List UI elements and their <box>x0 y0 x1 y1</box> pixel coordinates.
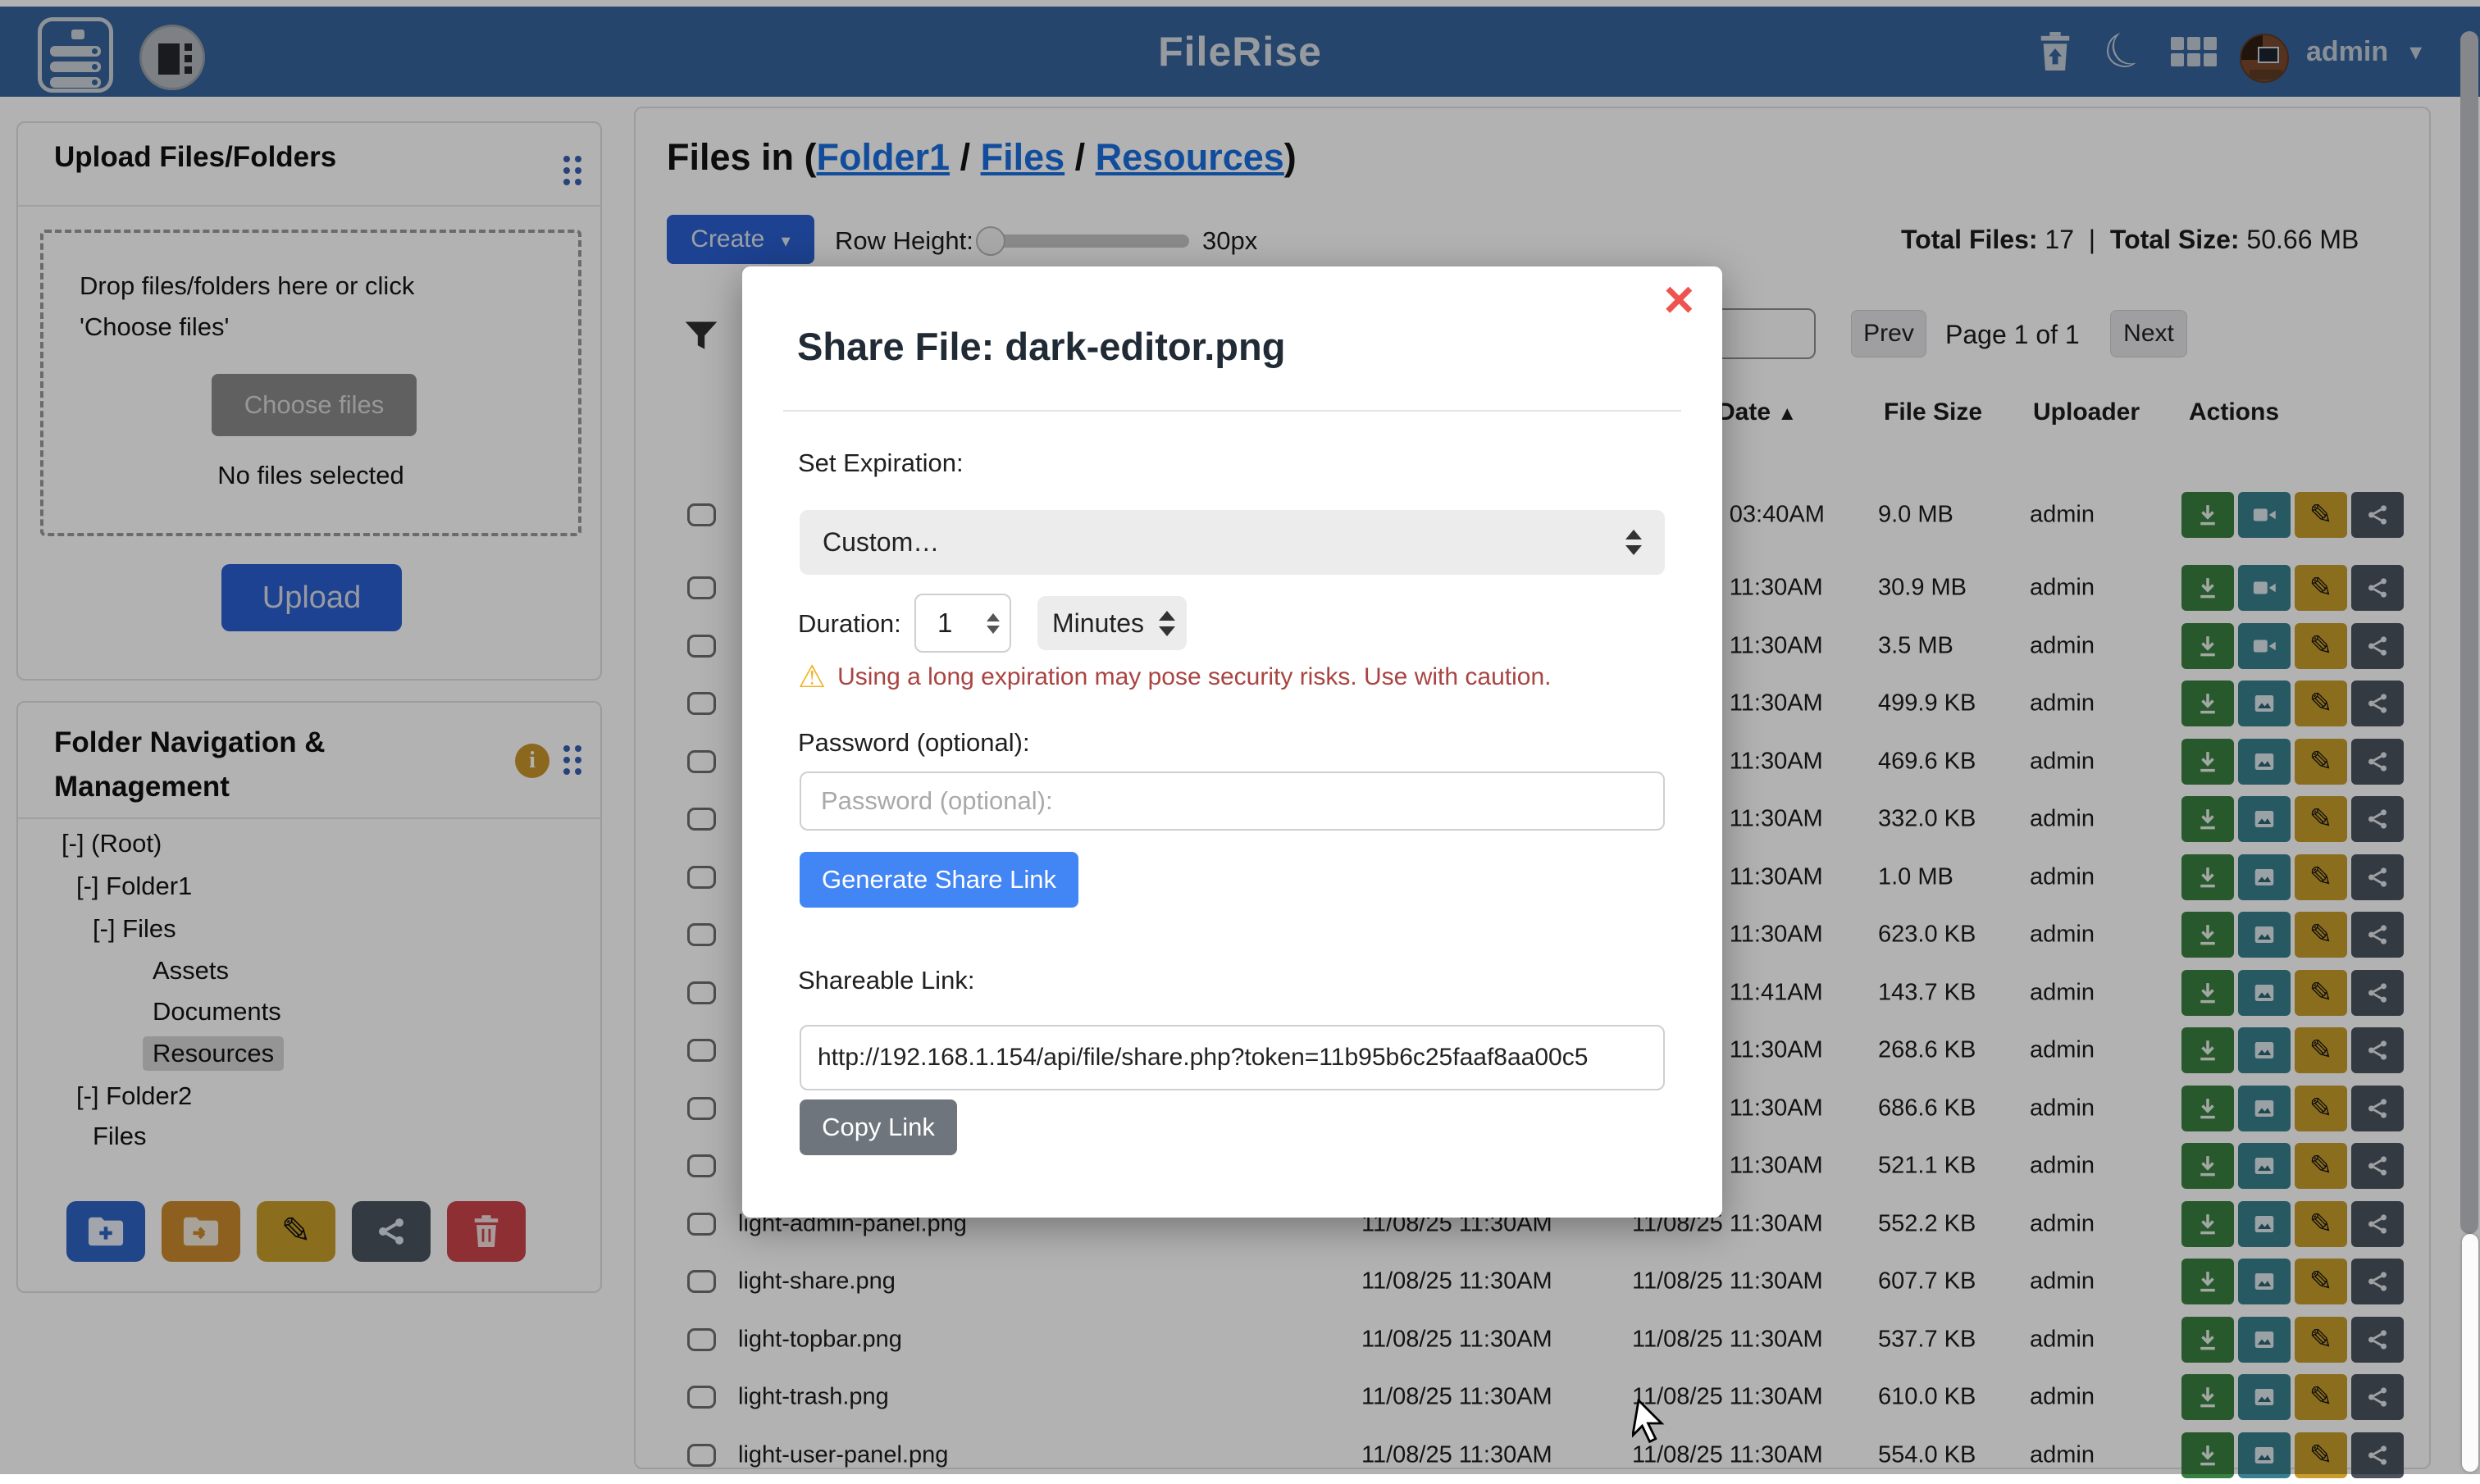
duration-unit-select[interactable]: Minutes <box>1037 596 1187 650</box>
password-label: Password (optional): <box>798 728 1030 758</box>
warning-icon: ⚠ <box>798 662 826 693</box>
scrollbar-thumb[interactable] <box>2462 1234 2478 1472</box>
copy-link-button[interactable]: Copy Link <box>800 1099 957 1155</box>
scrollbar-track[interactable] <box>2460 31 2478 1234</box>
expiration-label: Set Expiration: <box>798 448 964 478</box>
shareable-link-field[interactable] <box>800 1025 1665 1090</box>
share-file-modal: × Share File: dark-editor.png Set Expira… <box>742 266 1722 1218</box>
expiration-select[interactable]: Custom… <box>800 510 1665 575</box>
close-icon[interactable]: × <box>1664 273 1694 325</box>
mouse-cursor <box>1632 1399 1665 1449</box>
modal-title: Share File: dark-editor.png <box>797 324 1285 369</box>
shareable-link-label: Shareable Link: <box>798 966 974 995</box>
duration-label: Duration: <box>798 609 901 639</box>
chevron-updown-icon <box>1159 611 1175 636</box>
chevron-updown-icon <box>1625 530 1642 555</box>
stepper-arrows-icon[interactable] <box>987 613 1000 634</box>
duration-stepper[interactable]: 1 <box>914 594 1011 653</box>
password-field[interactable] <box>800 772 1665 831</box>
expiration-warning: ⚠ Using a long expiration may pose secur… <box>798 662 1551 693</box>
generate-share-link-button[interactable]: Generate Share Link <box>800 852 1078 908</box>
